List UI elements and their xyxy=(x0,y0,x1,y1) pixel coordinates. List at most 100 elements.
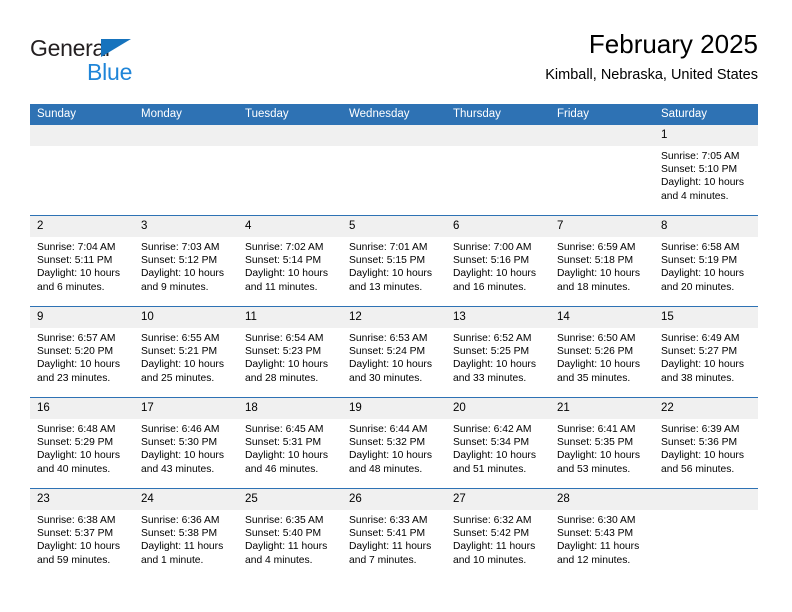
calendar-day-cell[interactable]: 28 Sunrise: 6:30 AM Sunset: 5:43 PM Dayligh… xyxy=(550,488,654,579)
calendar-day-cell[interactable]: 24 Sunrise: 6:36 AM Sunset: 5:38 PM Dayligh… xyxy=(134,488,238,579)
calendar-header-row: Sunday Monday Tuesday Wednesday Thursday… xyxy=(30,104,758,125)
daylight-text-line2: and 33 minutes. xyxy=(453,372,527,384)
logo-text-general: General xyxy=(30,35,110,61)
calendar-day-cell[interactable]: 6 Sunrise: 7:00 AM Sunset: 5:16 PM Daylight… xyxy=(446,215,550,307)
day-sun-info: Sunrise: 7:04 AM Sunset: 5:11 PM Daylight:… xyxy=(30,237,134,294)
sunrise-sunset-calendar: Sunday Monday Tuesday Wednesday Thursday… xyxy=(30,104,758,579)
sunset-text: Sunset: 5:24 PM xyxy=(349,346,426,358)
calendar-day-cell[interactable]: 7 Sunrise: 6:59 AM Sunset: 5:18 PM Daylight… xyxy=(550,215,654,307)
sunset-text: Sunset: 5:30 PM xyxy=(141,437,218,449)
daylight-text-line1: Daylight: 10 hours xyxy=(245,450,328,462)
sunset-text: Sunset: 5:35 PM xyxy=(557,437,634,449)
sunset-text: Sunset: 5:14 PM xyxy=(245,255,322,267)
daylight-text-line2: and 46 minutes. xyxy=(245,463,319,475)
weekday-header-sunday: Sunday xyxy=(30,104,134,125)
daylight-text-line1: Daylight: 10 hours xyxy=(37,268,120,280)
sunset-text: Sunset: 5:41 PM xyxy=(349,528,426,540)
sunrise-text: Sunrise: 6:33 AM xyxy=(349,515,428,526)
calendar-day-cell[interactable]: 4 Sunrise: 7:02 AM Sunset: 5:14 PM Daylight… xyxy=(238,215,342,307)
day-number: 9 xyxy=(30,307,134,328)
daylight-text-line2: and 38 minutes. xyxy=(661,372,735,384)
day-number: 12 xyxy=(342,307,446,328)
sunset-text: Sunset: 5:29 PM xyxy=(37,437,114,449)
calendar-cell-empty xyxy=(238,125,342,216)
weekday-header-saturday: Saturday xyxy=(654,104,758,125)
daylight-text-line2: and 28 minutes. xyxy=(245,372,319,384)
sunset-text: Sunset: 5:25 PM xyxy=(453,346,530,358)
calendar-day-cell[interactable]: 8 Sunrise: 6:58 AM Sunset: 5:19 PM Daylight… xyxy=(654,215,758,307)
day-number xyxy=(342,125,446,146)
calendar-day-cell[interactable]: 10 Sunrise: 6:55 AM Sunset: 5:21 PM Dayligh… xyxy=(134,306,238,398)
sunrise-text: Sunrise: 6:49 AM xyxy=(661,333,740,344)
sunrise-text: Sunrise: 6:55 AM xyxy=(141,333,220,344)
calendar-day-cell[interactable]: 18 Sunrise: 6:45 AM Sunset: 5:31 PM Dayligh… xyxy=(238,397,342,489)
sunset-text: Sunset: 5:16 PM xyxy=(453,255,530,267)
day-number: 21 xyxy=(550,398,654,419)
day-number: 10 xyxy=(134,307,238,328)
calendar-day-cell[interactable]: 21 Sunrise: 6:41 AM Sunset: 5:35 PM Dayligh… xyxy=(550,397,654,489)
daylight-text-line1: Daylight: 10 hours xyxy=(349,268,432,280)
sunset-text: Sunset: 5:32 PM xyxy=(349,437,426,449)
calendar-day-cell[interactable]: 11 Sunrise: 6:54 AM Sunset: 5:23 PM Dayligh… xyxy=(238,306,342,398)
calendar-day-cell[interactable]: 14 Sunrise: 6:50 AM Sunset: 5:26 PM Dayligh… xyxy=(550,306,654,398)
day-sun-info: Sunrise: 7:02 AM Sunset: 5:14 PM Daylight:… xyxy=(238,237,342,294)
daylight-text-line2: and 53 minutes. xyxy=(557,463,631,475)
day-number: 4 xyxy=(238,216,342,237)
calendar-day-cell[interactable]: 25 Sunrise: 6:35 AM Sunset: 5:40 PM Dayligh… xyxy=(238,488,342,579)
calendar-day-cell[interactable]: 9 Sunrise: 6:57 AM Sunset: 5:20 PM Daylight… xyxy=(30,306,134,398)
day-sun-info: Sunrise: 6:54 AM Sunset: 5:23 PM Daylight:… xyxy=(238,328,342,385)
day-sun-info: Sunrise: 7:01 AM Sunset: 5:15 PM Daylight:… xyxy=(342,237,446,294)
calendar-cell-empty xyxy=(342,125,446,216)
sunset-text: Sunset: 5:10 PM xyxy=(661,164,738,176)
sunset-text: Sunset: 5:38 PM xyxy=(141,528,218,540)
calendar-day-cell[interactable]: 26 Sunrise: 6:33 AM Sunset: 5:41 PM Dayligh… xyxy=(342,488,446,579)
daylight-text-line1: Daylight: 11 hours xyxy=(557,541,640,553)
calendar-day-cell[interactable]: 23 Sunrise: 6:38 AM Sunset: 5:37 PM Dayligh… xyxy=(30,488,134,579)
sunrise-text: Sunrise: 6:48 AM xyxy=(37,424,116,435)
page-title: February 2025 xyxy=(588,29,758,59)
title-block: February 2025 Kimball, Nebraska, United … xyxy=(545,28,758,84)
calendar-day-cell[interactable]: 3 Sunrise: 7:03 AM Sunset: 5:12 PM Daylight… xyxy=(134,215,238,307)
calendar-day-cell[interactable]: 20 Sunrise: 6:42 AM Sunset: 5:34 PM Dayligh… xyxy=(446,397,550,489)
calendar-cell-empty xyxy=(654,488,758,579)
daylight-text-line1: Daylight: 10 hours xyxy=(453,450,536,462)
general-blue-logo[interactable]: General Blue xyxy=(30,36,210,92)
calendar-day-cell[interactable]: 27 Sunrise: 6:32 AM Sunset: 5:42 PM Dayligh… xyxy=(446,488,550,579)
sunrise-text: Sunrise: 6:36 AM xyxy=(141,515,220,526)
day-number: 8 xyxy=(654,216,758,237)
calendar-page: General Blue February 2025 Kimball, Nebr… xyxy=(0,0,792,612)
calendar-day-cell[interactable]: 17 Sunrise: 6:46 AM Sunset: 5:30 PM Dayligh… xyxy=(134,397,238,489)
sunset-text: Sunset: 5:40 PM xyxy=(245,528,322,540)
day-sun-info: Sunrise: 6:46 AM Sunset: 5:30 PM Daylight:… xyxy=(134,419,238,476)
day-sun-info: Sunrise: 6:50 AM Sunset: 5:26 PM Daylight:… xyxy=(550,328,654,385)
weekday-header-tuesday: Tuesday xyxy=(238,104,342,125)
calendar-day-cell[interactable]: 19 Sunrise: 6:44 AM Sunset: 5:32 PM Dayligh… xyxy=(342,397,446,489)
day-number: 19 xyxy=(342,398,446,419)
calendar-day-cell[interactable]: 13 Sunrise: 6:52 AM Sunset: 5:25 PM Dayligh… xyxy=(446,306,550,398)
calendar-day-cell[interactable]: 16 Sunrise: 6:48 AM Sunset: 5:29 PM Dayligh… xyxy=(30,397,134,489)
sunrise-text: Sunrise: 6:53 AM xyxy=(349,333,428,344)
day-number xyxy=(446,125,550,146)
day-sun-info: Sunrise: 6:38 AM Sunset: 5:37 PM Daylight:… xyxy=(30,510,134,567)
calendar-day-cell[interactable]: 1 Sunrise: 7:05 AM Sunset: 5:10 PM Daylight… xyxy=(654,125,758,216)
calendar-week-row: 9 Sunrise: 6:57 AM Sunset: 5:20 PM Daylight… xyxy=(30,306,758,398)
day-number: 1 xyxy=(654,125,758,146)
daylight-text-line1: Daylight: 10 hours xyxy=(557,450,640,462)
sunrise-text: Sunrise: 6:50 AM xyxy=(557,333,636,344)
day-number: 25 xyxy=(238,489,342,510)
calendar-day-cell[interactable]: 12 Sunrise: 6:53 AM Sunset: 5:24 PM Dayligh… xyxy=(342,306,446,398)
calendar-day-cell[interactable]: 2 Sunrise: 7:04 AM Sunset: 5:11 PM Daylight… xyxy=(30,215,134,307)
weekday-header-wednesday: Wednesday xyxy=(342,104,446,125)
daylight-text-line2: and 43 minutes. xyxy=(141,463,215,475)
calendar-day-cell[interactable]: 15 Sunrise: 6:49 AM Sunset: 5:27 PM Dayligh… xyxy=(654,306,758,398)
sunset-text: Sunset: 5:43 PM xyxy=(557,528,634,540)
day-sun-info: Sunrise: 7:05 AM Sunset: 5:10 PM Daylight:… xyxy=(654,146,758,203)
daylight-text-line1: Daylight: 11 hours xyxy=(453,541,536,553)
calendar-week-row: 1 Sunrise: 7:05 AM Sunset: 5:10 PM Daylight… xyxy=(30,125,758,216)
day-number: 5 xyxy=(342,216,446,237)
calendar-day-cell[interactable]: 22 Sunrise: 6:39 AM Sunset: 5:36 PM Dayligh… xyxy=(654,397,758,489)
weekday-header-thursday: Thursday xyxy=(446,104,550,125)
calendar-day-cell[interactable]: 5 Sunrise: 7:01 AM Sunset: 5:15 PM Daylight… xyxy=(342,215,446,307)
day-number: 18 xyxy=(238,398,342,419)
sunrise-text: Sunrise: 6:58 AM xyxy=(661,242,740,253)
